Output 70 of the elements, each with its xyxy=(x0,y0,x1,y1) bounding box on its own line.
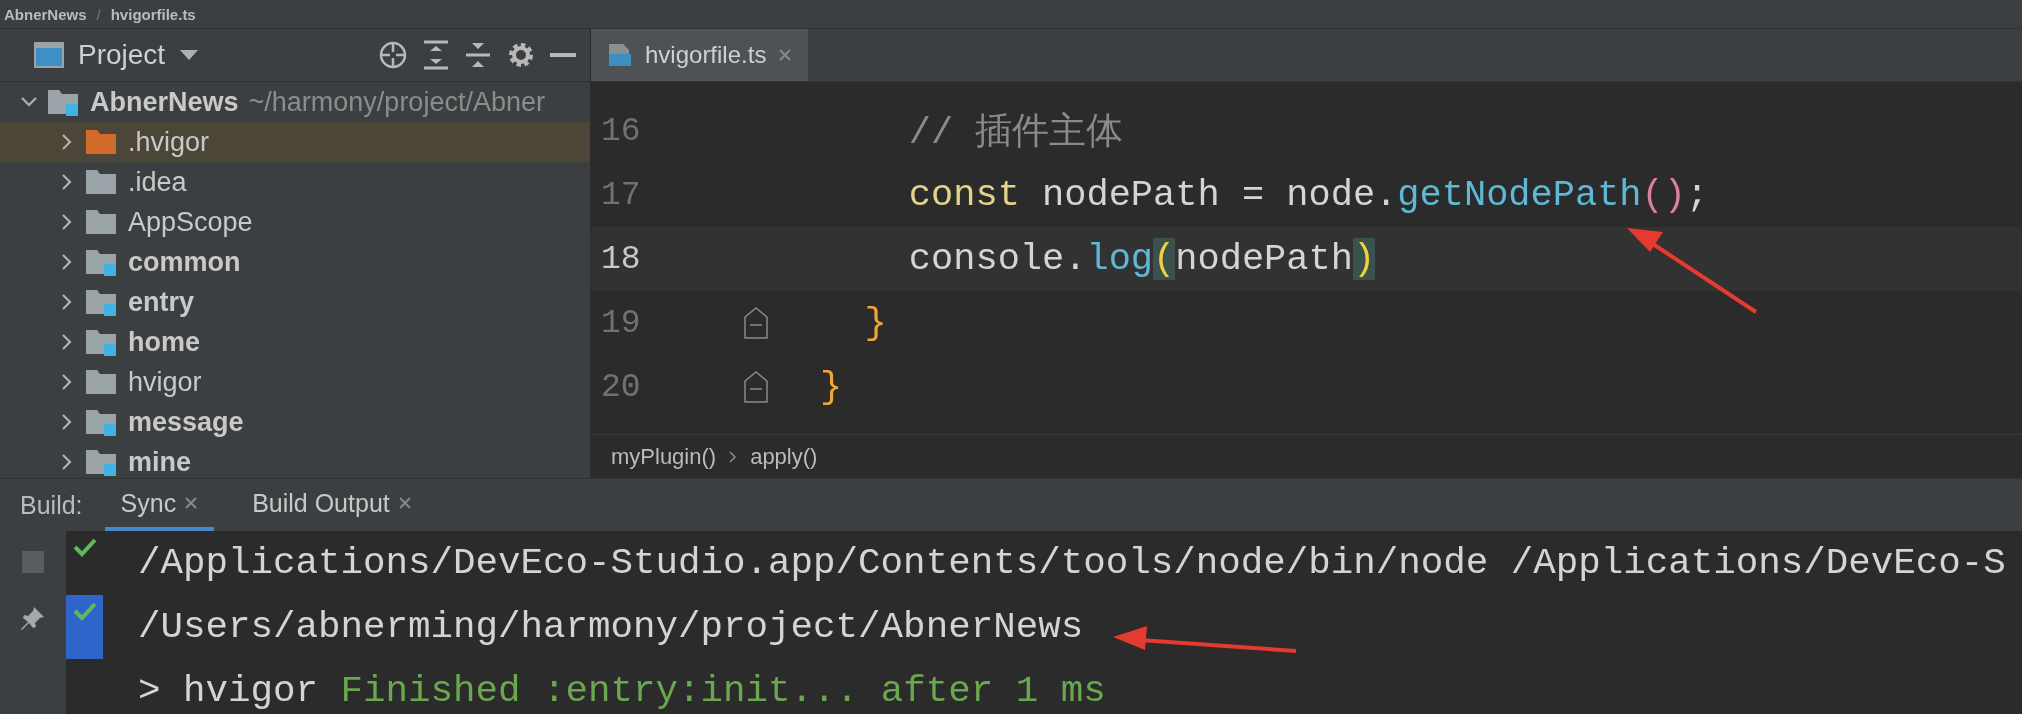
tree-item[interactable]: AbnerNews ~/harmony/project/Abner xyxy=(0,82,590,122)
breadcrumb[interactable]: myPlugin() xyxy=(611,443,717,470)
tree-item[interactable]: message xyxy=(0,402,590,442)
module-folder-icon xyxy=(48,88,80,116)
fold-icon[interactable] xyxy=(743,371,768,403)
project-name: AbnerNews xyxy=(90,86,239,118)
folder-name: message xyxy=(128,406,244,438)
tree-item[interactable]: mine xyxy=(0,442,590,478)
tree-item[interactable]: hvigor xyxy=(0,362,590,402)
output-line: > hvigor Finished :entry:init... after 1 ms xyxy=(138,670,1106,712)
tree-item[interactable]: home xyxy=(0,322,590,362)
path-separator: / xyxy=(96,5,101,23)
settings-icon[interactable] xyxy=(506,40,536,70)
folder-icon xyxy=(86,368,118,396)
chevron-right-icon xyxy=(728,449,739,464)
build-tab[interactable]: Build Output xyxy=(236,479,428,531)
folder-name: mine xyxy=(128,446,192,478)
line-number: 19 xyxy=(600,304,642,342)
tree-item[interactable]: common xyxy=(0,242,590,282)
line-number: 17 xyxy=(600,176,642,214)
close-icon[interactable] xyxy=(184,496,199,510)
breadcrumb[interactable]: apply() xyxy=(750,443,818,470)
breadcrumb-file[interactable]: hvigorfile.ts xyxy=(110,5,196,23)
window-icon xyxy=(34,42,64,68)
typescript-file-icon xyxy=(607,42,633,68)
minimize-icon[interactable] xyxy=(550,52,576,58)
expand-all-icon[interactable] xyxy=(422,40,450,70)
pin-icon[interactable] xyxy=(20,605,46,631)
folder-name: AppScope xyxy=(128,206,253,238)
check-icon xyxy=(72,537,97,557)
panel-title[interactable]: Project xyxy=(78,39,166,71)
tree-item[interactable]: AppScope xyxy=(0,202,590,242)
folder-name: .hvigor xyxy=(128,126,210,158)
module-folder-icon xyxy=(86,328,118,356)
build-tab[interactable]: Sync xyxy=(104,479,215,531)
output-line: /Users/abnerming/harmony/project/AbnerNews xyxy=(138,606,1084,648)
output-line: /Applications/DevEco-Studio.app/Contents/tools/node/bin/node /Applications/DevEco-S xyxy=(138,542,2006,584)
module-folder-icon xyxy=(86,448,118,476)
check-icon xyxy=(72,601,97,621)
folder-name: home xyxy=(128,326,200,358)
tree-item[interactable]: .hvigor xyxy=(0,122,590,162)
editor-tab[interactable]: hvigorfile.ts xyxy=(591,29,809,81)
collapse-all-icon[interactable] xyxy=(464,40,492,70)
tree-item[interactable]: .idea xyxy=(0,162,590,202)
folder-icon xyxy=(86,168,118,196)
fold-icon[interactable] xyxy=(743,307,768,339)
panel-label: Build: xyxy=(20,490,83,520)
folder-icon xyxy=(86,208,118,236)
line-number: 20 xyxy=(600,368,642,406)
line-number: 18 xyxy=(600,240,642,278)
code-line: const nodePath = node.getNodePath(); xyxy=(907,174,1709,216)
tree-item[interactable]: entry xyxy=(0,282,590,322)
folder-name: common xyxy=(128,246,241,278)
code-line: console.log(nodePath) xyxy=(907,238,1376,280)
line-number: 16 xyxy=(600,112,642,150)
breadcrumb-project[interactable]: AbnerNews xyxy=(4,5,87,23)
module-folder-icon xyxy=(86,248,118,276)
close-icon[interactable] xyxy=(397,496,412,510)
folder-name: hvigor xyxy=(128,366,202,398)
locate-icon[interactable] xyxy=(378,40,408,70)
project-path: ~/harmony/project/Abner xyxy=(248,86,545,118)
code-line: } xyxy=(820,366,843,408)
module-folder-icon xyxy=(86,288,118,316)
code-line: // 插件主体 xyxy=(907,110,1124,156)
folder-name: entry xyxy=(128,286,195,318)
module-folder-icon xyxy=(86,408,118,436)
folder-icon xyxy=(86,128,118,156)
folder-name: .idea xyxy=(128,166,187,198)
dropdown-icon[interactable] xyxy=(179,49,200,61)
code-line: } xyxy=(863,302,887,344)
